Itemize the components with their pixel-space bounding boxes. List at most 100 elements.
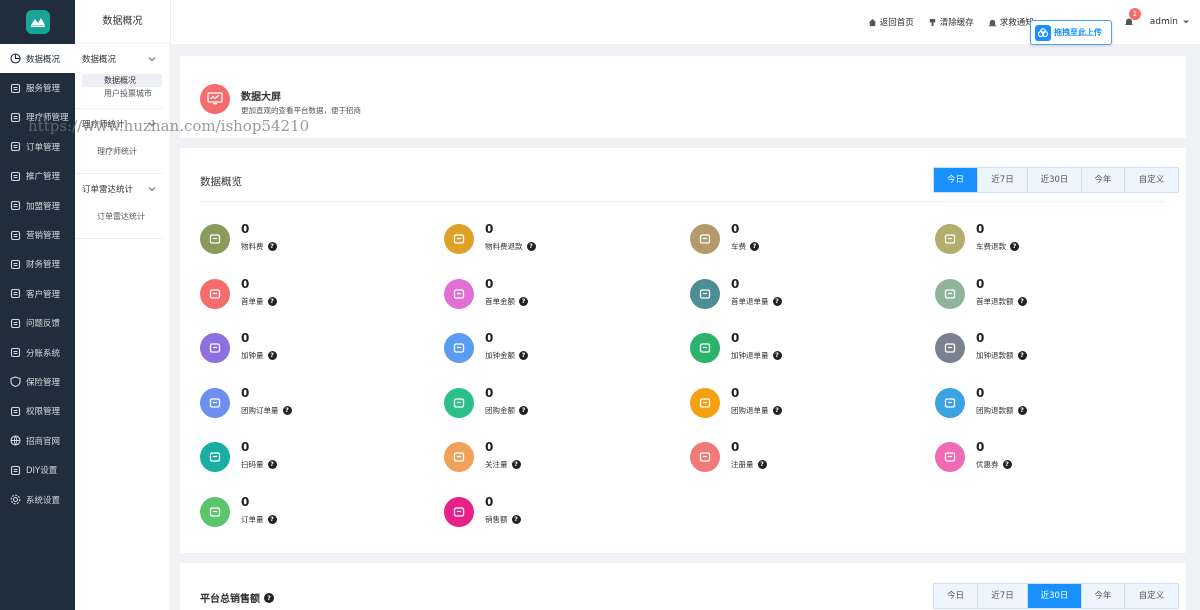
sales-tab-1[interactable]: 近7日 [977,584,1027,608]
help-icon[interactable]: ? [267,460,277,469]
overview-card: 数据概览 今日 近7日 近30日 今年 自定义 0 物料费? 0 物料费退款? 0 车费? 0 车费退… [180,148,1186,553]
diy-icon [10,465,21,475]
stat-label: 车费退款? [976,241,1019,252]
sidebar-item-9[interactable]: 问题反馈 [0,309,75,338]
sidebar-item-2[interactable]: 理疗师管理 [0,103,75,132]
sidebar-item-12[interactable]: 权限管理 [0,397,75,426]
overview-tab-4[interactable]: 自定义 [1124,168,1178,192]
sidebar-item-15[interactable]: 系统设置 [0,485,75,514]
sidebar-item-10[interactable]: 分账系统 [0,338,75,367]
sidebar-item-14[interactable]: DIY设置 [0,455,75,484]
stat-label: 物料费? [241,241,277,252]
help-icon[interactable]: ? [1002,460,1012,469]
sidebar-item-7[interactable]: 财务管理 [0,250,75,279]
stat-label: 团购订单量? [241,405,292,416]
sidebar-item-6[interactable]: 营销管理 [0,220,75,249]
help-icon[interactable]: ? [511,460,521,469]
sidebar-item-4[interactable]: 推广管理 [0,162,75,191]
menu-group-header[interactable]: 数据概况 [75,44,162,74]
help-icon[interactable]: ? [511,514,521,524]
menu-item-radar-stats[interactable]: 订单雷达统计 [75,204,162,230]
help-icon[interactable]: ? [267,351,277,360]
help-icon[interactable]: ? [519,405,528,415]
help-icon[interactable]: ? [267,242,277,251]
sales-tab-4[interactable]: 自定义 [1124,584,1178,608]
menu-group-header[interactable]: 理疗师统计 [75,109,162,139]
stat-label-text: 物料费退款 [485,242,523,251]
help-icon[interactable]: ? [772,405,782,415]
stat-icon [444,442,474,472]
stat-icon [935,278,965,309]
user-name: admin [1149,17,1178,27]
overview-tab-2[interactable]: 近30日 [1027,168,1081,192]
data-screen-card[interactable]: 数据大屏 更加直观的查看平台数据，便于招商 [180,56,1186,138]
stat-icon [200,333,230,363]
sidebar-item-label: 理疗师管理 [26,113,69,124]
data-screen-desc: 更加直观的查看平台数据，便于招商 [241,106,361,115]
notification-bell[interactable]: 1 [1124,8,1141,27]
stat-item: 0 加钟退单量? [690,331,930,371]
stat-label: 首单退单量? [731,296,782,307]
overview-tab-1[interactable]: 近7日 [977,168,1027,192]
stat-icon [444,278,474,309]
stat-label-text: 团购订单量 [241,405,279,415]
menu-item-vote-city[interactable]: 用户投票城市 [82,87,162,100]
help-icon[interactable]: ? [519,296,528,306]
sidebar-item-13[interactable]: 招商官网 [0,426,75,455]
stat-label: 销售额? [485,514,521,525]
stat-item: 0 注册量? [690,440,930,480]
stat-value: 0 [731,222,740,236]
chevron-down-icon [148,122,156,127]
stat-item: 0 物料费退款? [444,222,684,262]
help-icon[interactable]: ? [519,351,528,360]
sales-tab-3[interactable]: 今年 [1081,584,1124,608]
help-icon[interactable]: ? [1017,405,1027,415]
stat-value: 0 [976,276,985,291]
overview-tab-3[interactable]: 今年 [1081,168,1124,192]
sales-tab-0[interactable]: 今日 [934,584,977,608]
stat-icon [200,442,230,472]
app-logo[interactable] [0,0,75,44]
sidebar-item-0[interactable]: 数据概况 [0,44,75,74]
help-icon[interactable]: ? [282,405,292,415]
stat-label: 团购退单量? [731,405,782,416]
sidebar-item-label: 财务管理 [26,260,61,271]
upload-drop-zone[interactable]: 拖拽至此上传 [1030,20,1112,45]
sidebar-item-11[interactable]: 保险管理 [0,367,75,396]
secondary-menu: 数据概况 数据概况 数据概况 用户投票城市 理疗师统计 理疗师统计 订单雷达统计… [75,0,171,610]
sidebar-item-label: 客户管理 [26,289,61,300]
sos-link[interactable]: 求救通知 [988,16,1034,28]
clear-cache-link[interactable]: 清除缓存 [928,16,974,28]
overview-tab-0[interactable]: 今日 [934,168,977,192]
stat-item: 0 首单退单量? [690,277,930,317]
sidebar-item-8[interactable]: 客户管理 [0,279,75,308]
sidebar-item-3[interactable]: 订单管理 [0,132,75,161]
sales-tab-2[interactable]: 近30日 [1027,584,1081,608]
help-icon[interactable]: ? [1017,296,1027,306]
help-icon[interactable]: ? [264,592,274,603]
stat-value: 0 [731,385,740,400]
menu-group-header[interactable]: 订单雷达统计 [75,174,162,204]
menu-item-overview[interactable]: 数据概况 [82,74,162,87]
help-icon[interactable]: ? [772,351,782,360]
help-icon[interactable]: ? [526,242,536,251]
sidebar-item-label: 服务管理 [26,84,61,95]
menu-group-label: 订单雷达统计 [82,185,134,195]
home-link[interactable]: 返回首页 [868,16,914,28]
menu-item-therapist-stats[interactable]: 理疗师统计 [75,139,162,165]
stat-item: 0 扫码量? [200,440,440,480]
help-icon[interactable]: ? [267,296,277,306]
stat-value: 0 [731,331,740,345]
help-icon[interactable]: ? [1010,242,1019,251]
stat-label: 物料费退款? [485,241,536,252]
stat-value: 0 [731,276,740,291]
help-icon[interactable]: ? [750,242,759,251]
user-menu[interactable]: admin [1150,17,1190,27]
help-icon[interactable]: ? [1017,351,1027,360]
stat-label-text: 首单金额 [485,296,515,306]
help-icon[interactable]: ? [267,514,277,524]
sidebar-item-5[interactable]: 加盟管理 [0,191,75,220]
help-icon[interactable]: ? [772,296,782,306]
sidebar-item-1[interactable]: 服务管理 [0,73,75,102]
help-icon[interactable]: ? [757,460,767,469]
